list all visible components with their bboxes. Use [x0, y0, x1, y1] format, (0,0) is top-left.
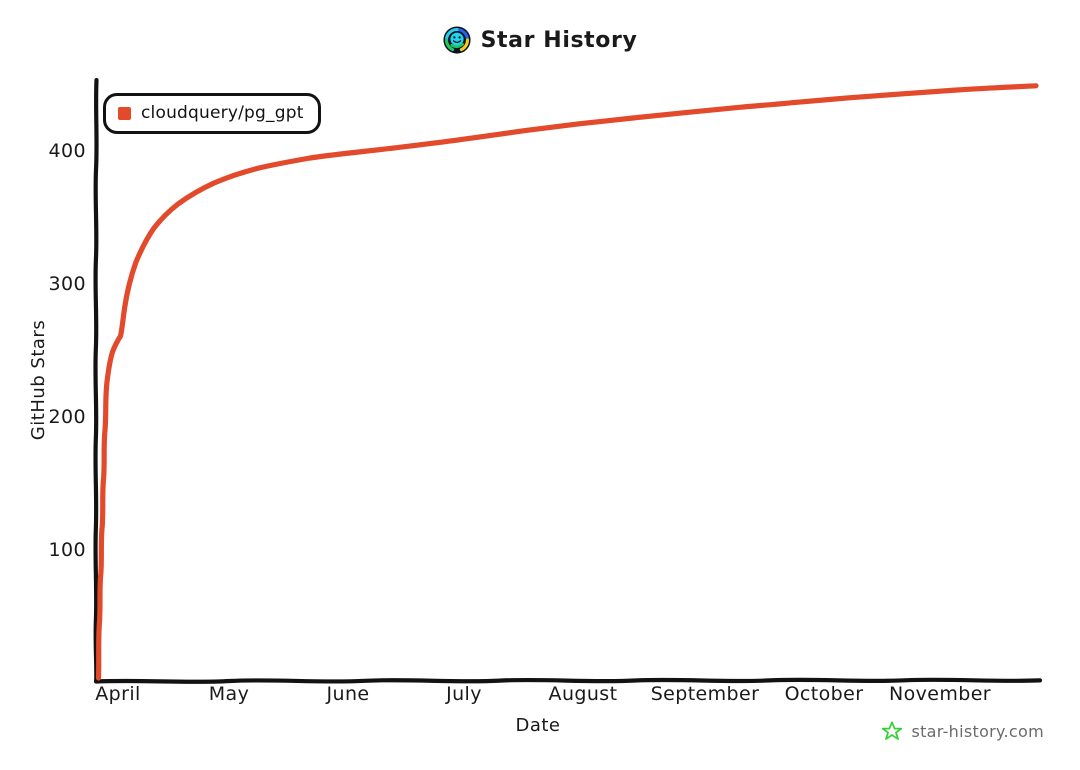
watermark: star-history.com: [881, 720, 1044, 742]
series-line-cloudquery-pg-gpt: [95, 83, 1039, 681]
y-axis-line: [93, 77, 99, 684]
x-tick-label-november: November: [889, 683, 991, 705]
x-tick-label-august: August: [549, 683, 618, 705]
x-tick-label-may: May: [209, 683, 249, 705]
y-tick-label-400: 400: [49, 140, 86, 162]
x-tick-label-october: October: [785, 683, 864, 705]
x-axis-line: [93, 677, 1043, 684]
y-tick-label-200: 200: [49, 406, 86, 428]
x-tick-label-april: April: [95, 683, 140, 705]
x-tick-label-september: September: [651, 683, 760, 705]
x-axis-title: Date: [515, 715, 560, 736]
green-star-icon: [882, 721, 903, 740]
y-tick-label-300: 300: [49, 273, 86, 295]
legend-item-label: cloudquery/pg_gpt: [141, 103, 304, 123]
y-axis-title: GitHub Stars: [28, 320, 49, 440]
watermark-label: star-history.com: [911, 721, 1044, 741]
x-tick-label-july: July: [445, 683, 482, 705]
x-tick-label-june: June: [326, 683, 370, 705]
y-tick-label-100: 100: [49, 539, 86, 561]
legend-swatch-icon: [118, 106, 131, 120]
star-history-chart-page: Star History 400 300 200 100 GitHub Star…: [0, 0, 1080, 770]
chart-legend[interactable]: cloudquery/pg_gpt: [103, 93, 321, 134]
